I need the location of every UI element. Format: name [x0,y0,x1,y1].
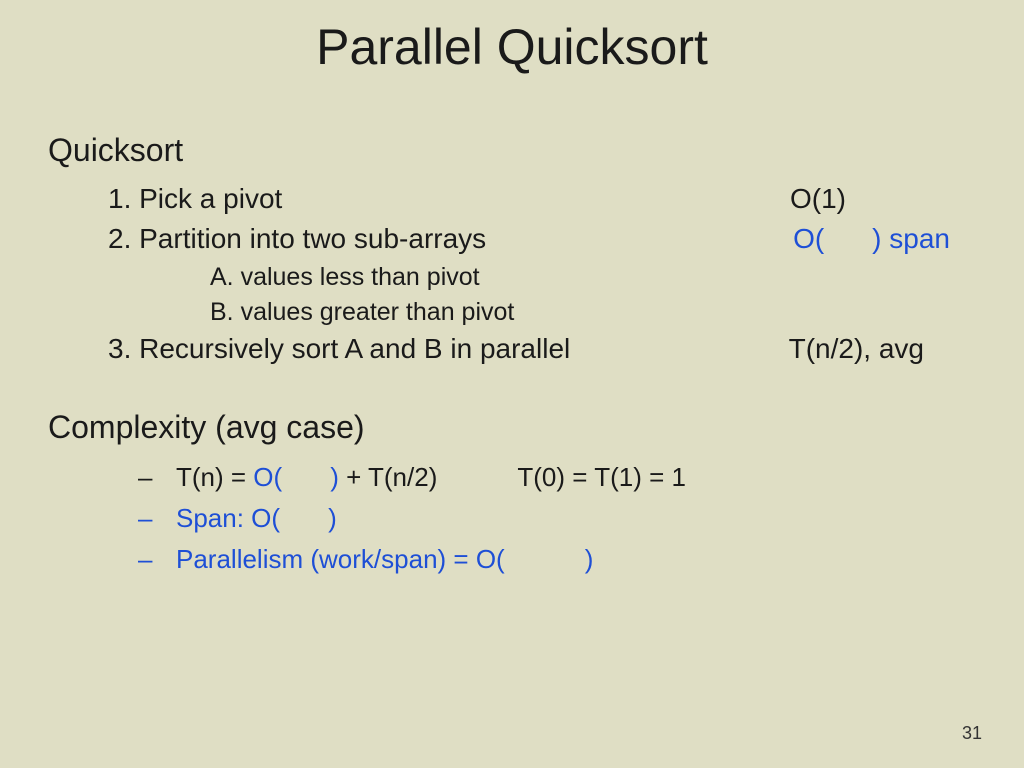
complexity-line-2-text: Span: O() [176,503,337,534]
l1-pre: T(n) = [176,462,253,492]
step-2a: A. values less than pivot [48,263,976,292]
slide-content: Quicksort 1. Pick a pivot O(1) 2. Partit… [0,76,1024,575]
dash-icon: – [138,462,176,493]
step-3-label: 3. Recursively sort A and B in parallel [108,333,570,365]
step-1: 1. Pick a pivot O(1) [48,183,976,215]
step-1-label: 1. Pick a pivot [108,183,282,215]
l3-pre: Parallelism (work/span) = O( [176,544,505,574]
page-number: 31 [962,723,982,744]
l1-base: T(0) = T(1) = 1 [517,462,686,492]
step-2: 2. Partition into two sub-arrays O( ) spa… [48,223,976,255]
complexity-line-1: – T(n) = O() + T(n/2) T(0) = T(1) = 1 [48,462,976,493]
step-3: 3. Recursively sort A and B in parallel … [48,333,976,365]
l3-post: ) [585,544,594,574]
l1-blue-pre: O( [253,462,282,492]
quicksort-heading: Quicksort [48,132,976,169]
step-2-cost: O( ) span [793,223,976,255]
dash-icon: – [138,544,176,575]
l2-pre: Span: O( [176,503,280,533]
l2-post: ) [328,503,337,533]
dash-icon: – [138,503,176,534]
step-1-cost: O(1) [790,183,976,215]
complexity-line-3: – Parallelism (work/span) = O() [48,544,976,575]
step-2-cost-post: ) span [872,223,950,254]
step-2-label: 2. Partition into two sub-arrays [108,223,486,255]
complexity-line-1-text: T(n) = O() + T(n/2) T(0) = T(1) = 1 [176,462,686,493]
l1-blue-post: ) [330,462,339,492]
complexity-heading: Complexity (avg case) [48,409,976,446]
complexity-line-2: – Span: O() [48,503,976,534]
step-2b: B. values greater than pivot [48,298,976,327]
slide-title: Parallel Quicksort [0,0,1024,76]
l1-mid: + T(n/2) [339,462,438,492]
step-2-cost-pre: O( [793,223,824,254]
complexity-line-3-text: Parallelism (work/span) = O() [176,544,593,575]
step-3-cost: T(n/2), avg [789,333,976,365]
